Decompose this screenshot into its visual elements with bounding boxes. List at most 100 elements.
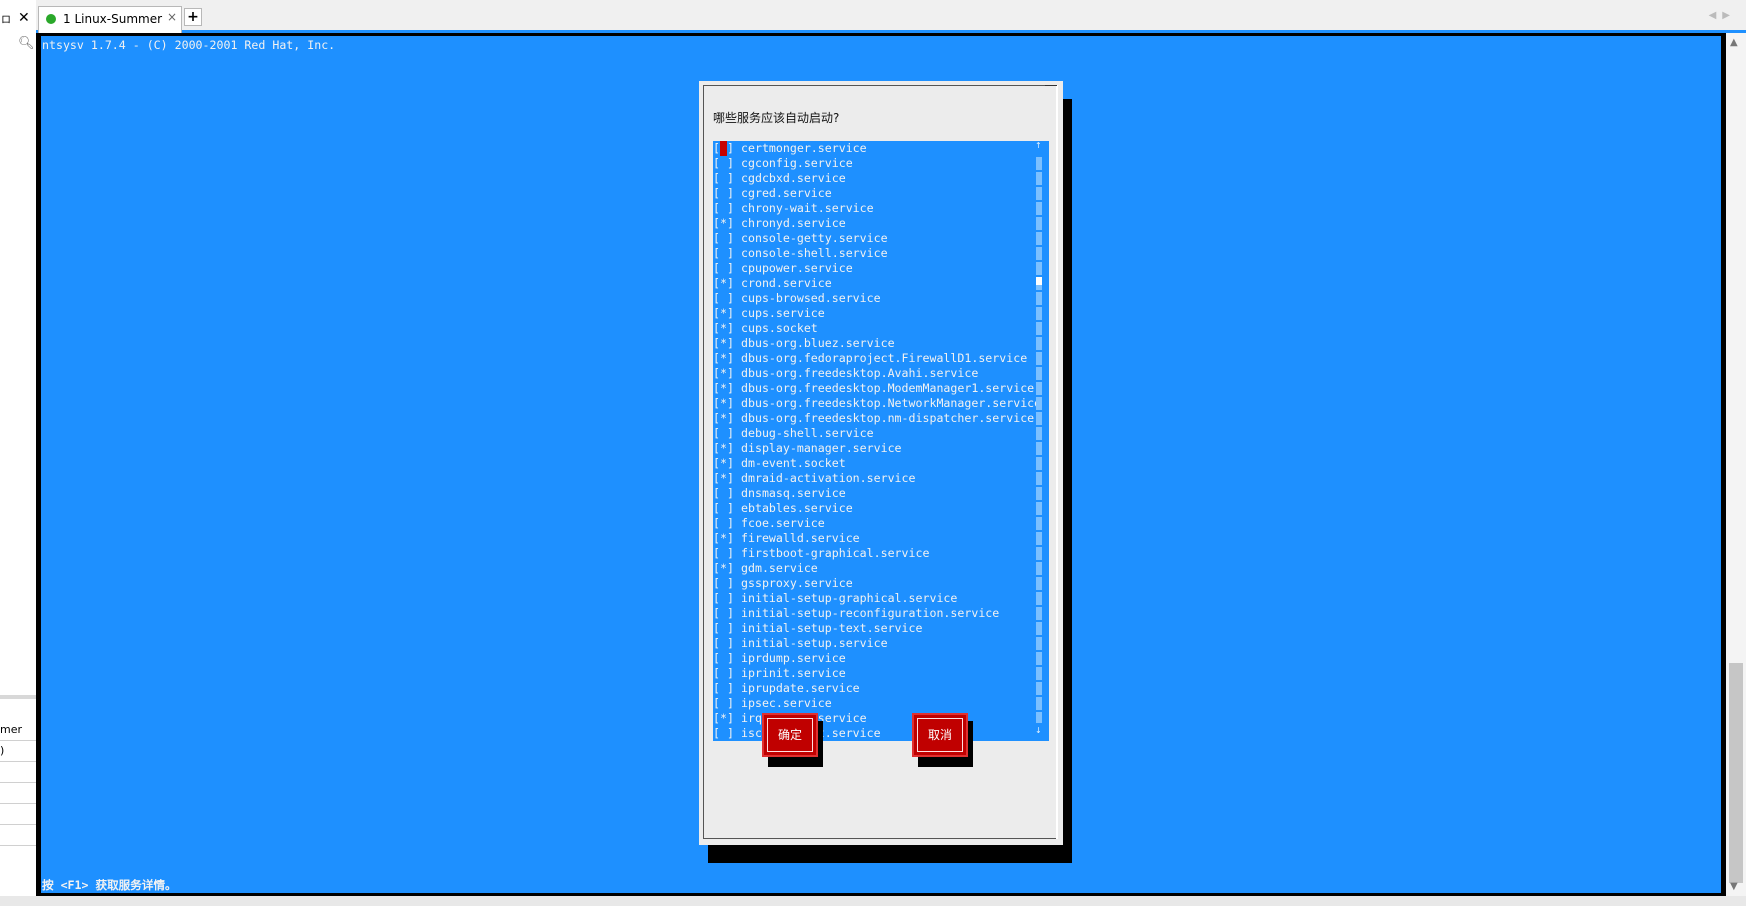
service-row[interactable]: [ ] fcoe.service — [713, 516, 1049, 531]
service-checkbox[interactable] — [720, 606, 727, 621]
service-row[interactable]: [*] dm-event.socket — [713, 456, 1049, 471]
service-row[interactable]: [ ] ebtables.service — [713, 501, 1049, 516]
service-row[interactable]: [ ] cgred.service — [713, 186, 1049, 201]
service-row[interactable]: [ ] console-shell.service — [713, 246, 1049, 261]
service-row[interactable]: [ ] dnsmasq.service — [713, 486, 1049, 501]
service-checkbox[interactable] — [720, 576, 727, 591]
service-checkbox[interactable]: * — [720, 441, 727, 456]
service-row[interactable]: [*] dbus-org.freedesktop.nm-dispatcher.se… — [713, 411, 1049, 426]
scrollbar-thumb[interactable] — [1729, 663, 1743, 883]
scroll-position-marker[interactable] — [1036, 277, 1042, 285]
service-row[interactable]: [*] dbus-org.bluez.service — [713, 336, 1049, 351]
service-row[interactable]: [ ] iprupdate.service — [713, 681, 1049, 696]
service-row[interactable]: [*] dbus-org.freedesktop.Avahi.service — [713, 366, 1049, 381]
service-checkbox[interactable] — [720, 666, 727, 681]
panel-splitter[interactable] — [0, 695, 36, 699]
scroll-up-arrow-icon[interactable]: ▲ — [1730, 37, 1738, 48]
service-row[interactable]: [*] crond.service — [713, 276, 1049, 291]
scroll-up-icon[interactable]: ↑ — [1035, 141, 1042, 150]
service-checkbox[interactable] — [720, 246, 727, 261]
service-row[interactable]: [ ] cpupower.service — [713, 261, 1049, 276]
service-checkbox[interactable] — [720, 726, 727, 741]
service-row[interactable]: [ ] initial-setup-graphical.service — [713, 591, 1049, 606]
service-checkbox[interactable]: * — [720, 381, 727, 396]
service-checkbox[interactable] — [720, 201, 727, 216]
service-checkbox[interactable] — [720, 186, 727, 201]
tab-scroll-arrows-icon[interactable]: ◀▶ — [1709, 10, 1736, 21]
service-checkbox[interactable] — [720, 291, 727, 306]
service-row[interactable]: [ ] iprinit.service — [713, 666, 1049, 681]
service-checkbox[interactable]: * — [720, 711, 727, 726]
service-row[interactable]: [ ] initial-setup-text.service — [713, 621, 1049, 636]
list-scrollbar[interactable]: ↑ ↓ — [1035, 141, 1043, 741]
services-list[interactable]: [ ] certmonger.service[ ] cgconfig.service… — [713, 141, 1049, 741]
service-row[interactable]: [ ] firstboot-graphical.service — [713, 546, 1049, 561]
session-row[interactable] — [0, 804, 36, 825]
scroll-down-arrow-icon[interactable]: ▼ — [1730, 881, 1738, 892]
service-row[interactable]: [ ] cgconfig.service — [713, 156, 1049, 171]
pin-icon[interactable]: ロ — [1, 11, 11, 26]
new-tab-button[interactable]: + — [184, 8, 202, 26]
service-checkbox[interactable]: * — [720, 306, 727, 321]
service-row[interactable]: [*] firewalld.service — [713, 531, 1049, 546]
service-row[interactable]: [*] cups.service — [713, 306, 1049, 321]
session-row[interactable]: ) — [0, 741, 36, 762]
service-checkbox[interactable] — [720, 231, 727, 246]
service-row[interactable]: [ ] cgdcbxd.service — [713, 171, 1049, 186]
session-row[interactable] — [0, 825, 36, 846]
search-icon[interactable]: 🔍︎ — [18, 36, 35, 51]
service-row[interactable]: [*] dbus-org.freedesktop.NetworkManager.s… — [713, 396, 1049, 411]
service-checkbox[interactable]: * — [720, 456, 727, 471]
session-row[interactable]: mer — [0, 720, 36, 741]
service-checkbox[interactable] — [720, 156, 727, 171]
session-row[interactable] — [0, 762, 36, 783]
service-row[interactable]: [ ] initial-setup.service — [713, 636, 1049, 651]
service-checkbox[interactable]: * — [720, 321, 727, 336]
ok-button[interactable]: 确定 — [762, 713, 818, 757]
service-checkbox[interactable] — [720, 426, 727, 441]
service-checkbox[interactable] — [720, 171, 727, 186]
service-checkbox[interactable]: * — [720, 561, 727, 576]
service-checkbox[interactable] — [720, 516, 727, 531]
terminal-scrollbar[interactable]: ▲ ▼ — [1726, 33, 1746, 896]
service-checkbox[interactable] — [720, 621, 727, 636]
service-checkbox[interactable]: * — [720, 336, 727, 351]
service-row[interactable]: [ ] chrony-wait.service — [713, 201, 1049, 216]
service-checkbox[interactable] — [720, 141, 727, 156]
service-row[interactable]: [ ] console-getty.service — [713, 231, 1049, 246]
service-row[interactable]: [ ] ipsec.service — [713, 696, 1049, 711]
service-checkbox[interactable]: * — [720, 276, 727, 291]
service-checkbox[interactable]: * — [720, 351, 727, 366]
service-checkbox[interactable] — [720, 501, 727, 516]
service-row[interactable]: [*] display-manager.service — [713, 441, 1049, 456]
service-checkbox[interactable]: * — [720, 396, 727, 411]
cancel-button[interactable]: 取消 — [912, 713, 968, 757]
session-row[interactable] — [0, 783, 36, 804]
service-checkbox[interactable] — [720, 651, 727, 666]
service-checkbox[interactable]: * — [720, 366, 727, 381]
service-checkbox[interactable]: * — [720, 531, 727, 546]
service-checkbox[interactable] — [720, 636, 727, 651]
service-checkbox[interactable] — [720, 261, 727, 276]
service-checkbox[interactable]: * — [720, 411, 727, 426]
service-row[interactable]: [ ] initial-setup-reconfiguration.service — [713, 606, 1049, 621]
scroll-down-icon[interactable]: ↓ — [1035, 726, 1042, 735]
service-checkbox[interactable]: * — [720, 216, 727, 231]
service-row[interactable]: [*] dbus-org.fedoraproject.FirewallD1.ser… — [713, 351, 1049, 366]
service-row[interactable]: [*] dbus-org.freedesktop.ModemManager1.se… — [713, 381, 1049, 396]
service-row[interactable]: [*] cups.socket — [713, 321, 1049, 336]
service-checkbox[interactable] — [720, 546, 727, 561]
close-panel-icon[interactable]: ✕ — [18, 10, 30, 26]
service-row[interactable]: [ ] cups-browsed.service — [713, 291, 1049, 306]
service-row[interactable]: [ ] debug-shell.service — [713, 426, 1049, 441]
tab-linux-summer[interactable]: 1 Linux-Summer × — [38, 6, 182, 33]
service-checkbox[interactable] — [720, 681, 727, 696]
service-row[interactable]: [*] gdm.service — [713, 561, 1049, 576]
service-checkbox[interactable] — [720, 486, 727, 501]
service-row[interactable]: [ ] gssproxy.service — [713, 576, 1049, 591]
service-row[interactable]: [*] chronyd.service — [713, 216, 1049, 231]
service-row[interactable]: [*] dmraid-activation.service — [713, 471, 1049, 486]
service-row[interactable]: [ ] certmonger.service — [713, 141, 1049, 156]
service-row[interactable]: [ ] iprdump.service — [713, 651, 1049, 666]
service-checkbox[interactable]: * — [720, 471, 727, 486]
